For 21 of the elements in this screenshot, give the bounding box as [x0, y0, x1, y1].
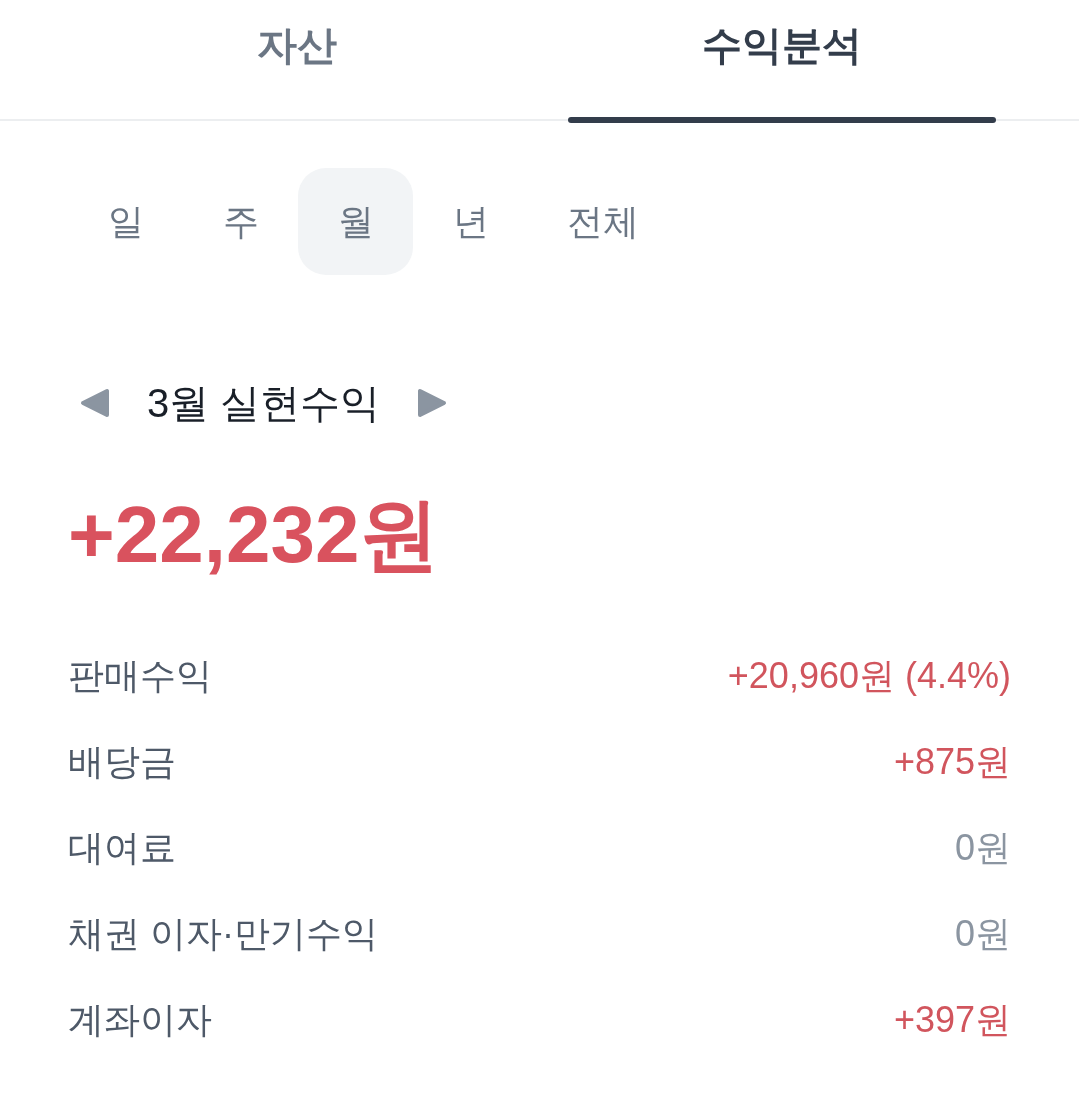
period-chip[interactable]: 주	[183, 168, 298, 275]
profit-amount: +22,232원	[68, 495, 440, 575]
caret-right-icon[interactable]	[417, 388, 448, 418]
period-chip[interactable]: 전체	[528, 168, 678, 275]
tab[interactable]: 수익분석	[568, 0, 996, 123]
tab[interactable]: 자산	[83, 0, 511, 123]
row-label: 채권 이자·만기수익	[68, 912, 378, 956]
row-label: 계좌이자	[68, 998, 212, 1042]
period-chip[interactable]: 일	[68, 168, 183, 275]
period-chip[interactable]: 월	[298, 168, 413, 275]
row-value: +875원	[893, 740, 1011, 784]
row-label: 대여료	[68, 826, 176, 870]
period-title: 3월 실현수익	[147, 380, 381, 427]
row-label: 판매수익	[68, 654, 212, 698]
row-value: 0원	[954, 912, 1011, 956]
row-label: 배당금	[68, 740, 176, 784]
row-value: 0원	[954, 826, 1011, 870]
caret-left-icon[interactable]	[80, 388, 110, 418]
row-value: +20,960원 (4.4%)	[727, 654, 1011, 698]
row-value: +397원	[893, 998, 1011, 1042]
period-chip[interactable]: 년	[413, 168, 528, 275]
